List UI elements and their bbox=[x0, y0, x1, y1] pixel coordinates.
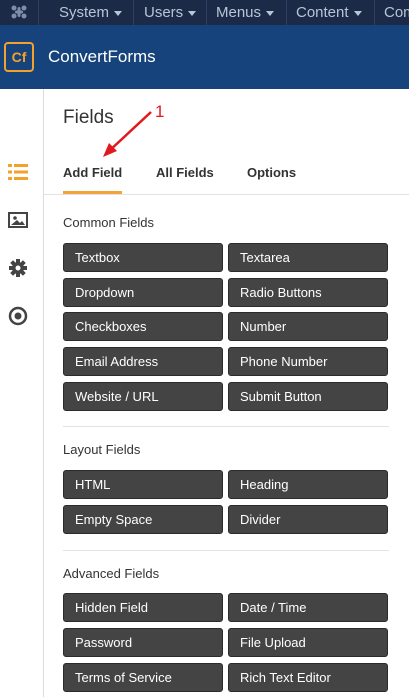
add-hidden-field-button[interactable]: Hidden Field bbox=[63, 593, 223, 622]
menu-divider bbox=[206, 0, 207, 25]
tab-all-fields[interactable]: All Fields bbox=[156, 165, 214, 181]
menu-components-label: Com bbox=[384, 4, 409, 21]
brand-bar: Cf ConvertForms bbox=[0, 25, 409, 89]
convertforms-logo: Cf bbox=[4, 42, 34, 72]
menu-system-label: System bbox=[59, 4, 110, 21]
add-textbox-button[interactable]: Textbox bbox=[63, 243, 223, 272]
menu-content-label: Content bbox=[296, 4, 349, 21]
sidebar bbox=[0, 89, 44, 697]
menu-users[interactable]: Users bbox=[144, 3, 197, 22]
list-icon[interactable] bbox=[7, 161, 29, 183]
add-number-button[interactable]: Number bbox=[228, 312, 388, 341]
menu-users-label: Users bbox=[144, 4, 184, 21]
add-dropdown-button[interactable]: Dropdown bbox=[63, 278, 223, 307]
chevron-down-icon bbox=[353, 10, 362, 16]
menu-menus[interactable]: Menus bbox=[216, 3, 275, 22]
section-divider bbox=[63, 550, 389, 551]
add-date-time-button[interactable]: Date / Time bbox=[228, 593, 388, 622]
menu-system[interactable]: System bbox=[59, 3, 123, 22]
target-icon[interactable] bbox=[7, 305, 29, 327]
add-radio-buttons-button[interactable]: Radio Buttons bbox=[228, 278, 388, 307]
add-heading-button[interactable]: Heading bbox=[228, 470, 388, 499]
add-html-button[interactable]: HTML bbox=[63, 470, 223, 499]
chevron-down-icon bbox=[114, 10, 123, 16]
menu-components[interactable]: Com bbox=[384, 3, 409, 22]
add-email-address-button[interactable]: Email Address bbox=[63, 347, 223, 376]
add-textarea-button[interactable]: Textarea bbox=[228, 243, 388, 272]
add-password-button[interactable]: Password bbox=[63, 628, 223, 657]
add-empty-space-button[interactable]: Empty Space bbox=[63, 505, 223, 534]
annotation-number: 1 bbox=[155, 102, 165, 121]
add-submit-button-button[interactable]: Submit Button bbox=[228, 382, 388, 411]
menu-divider bbox=[133, 0, 134, 25]
add-terms-of-service-button[interactable]: Terms of Service bbox=[63, 663, 223, 692]
section-title-common: Common Fields bbox=[63, 215, 155, 230]
fields-panel: Fields Add Field All Fields Options 1 Co… bbox=[44, 89, 409, 697]
add-phone-number-button[interactable]: Phone Number bbox=[228, 347, 388, 376]
brand-name: ConvertForms bbox=[48, 47, 156, 66]
menu-divider bbox=[38, 0, 39, 25]
menu-menus-label: Menus bbox=[216, 4, 262, 21]
section-title-layout: Layout Fields bbox=[63, 442, 141, 457]
image-icon[interactable] bbox=[7, 209, 29, 231]
admin-menu-bar: System Users Menus Content Com bbox=[0, 0, 409, 25]
add-checkboxes-button[interactable]: Checkboxes bbox=[63, 312, 223, 341]
menu-divider bbox=[374, 0, 375, 25]
add-rich-text-editor-button[interactable]: Rich Text Editor bbox=[228, 663, 388, 692]
menu-divider bbox=[286, 0, 287, 25]
section-title-advanced: Advanced Fields bbox=[63, 566, 160, 581]
gear-icon[interactable] bbox=[7, 257, 29, 279]
chevron-down-icon bbox=[266, 10, 275, 16]
tab-options[interactable]: Options bbox=[247, 165, 296, 181]
add-file-upload-button[interactable]: File Upload bbox=[228, 628, 388, 657]
add-website-url-button[interactable]: Website / URL bbox=[63, 382, 223, 411]
add-divider-button[interactable]: Divider bbox=[228, 505, 388, 534]
chevron-down-icon bbox=[188, 10, 197, 16]
section-divider bbox=[63, 426, 389, 427]
menu-content[interactable]: Content bbox=[296, 3, 362, 22]
tab-add-field[interactable]: Add Field bbox=[63, 165, 123, 194]
joomla-logo-icon[interactable] bbox=[8, 3, 30, 21]
